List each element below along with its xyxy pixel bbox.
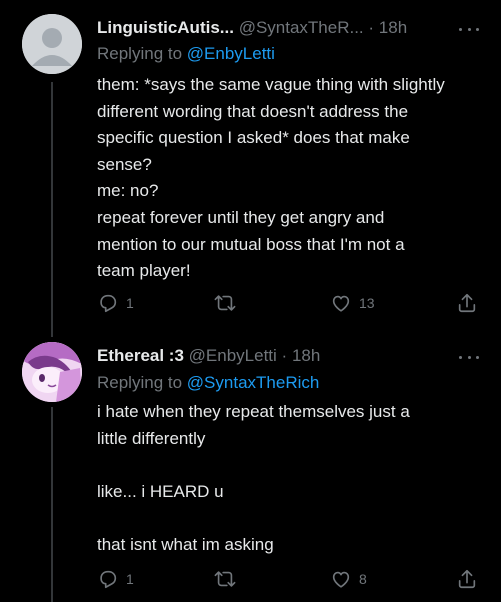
replying-to-label: Replying to xyxy=(97,44,183,63)
avatar[interactable] xyxy=(22,14,82,74)
tweet-text-line: i hate when they repeat themselves just … xyxy=(97,402,410,421)
reply-button[interactable]: 1 xyxy=(97,290,134,316)
tweet-text-line: specific question I asked* does that mak… xyxy=(97,128,410,148)
timestamp[interactable]: 18h xyxy=(379,18,407,37)
tweet-text-line: team player! xyxy=(97,261,191,281)
retweet-icon xyxy=(214,295,236,311)
reply-button[interactable]: 1 xyxy=(97,566,134,592)
more-options-icon[interactable] xyxy=(459,354,479,360)
display-name[interactable]: LinguisticAutis... xyxy=(97,18,234,37)
reply-icon xyxy=(100,294,117,313)
tweet-text: i hate when they repeat themselves just … xyxy=(97,399,482,559)
anime-avatar-icon xyxy=(22,342,82,402)
tweet-text-line: repeat forever until they get angry and xyxy=(97,207,385,227)
tweet-actions: 1 8 xyxy=(97,566,479,592)
tweet-header: Ethereal :3 @EnbyLetti · 18h xyxy=(97,345,461,367)
tweet-text-line: sense? xyxy=(97,154,152,174)
share-icon xyxy=(458,293,476,313)
tweet-actions: 1 13 xyxy=(97,290,479,316)
replying-to-label: Replying to xyxy=(97,373,183,392)
tweet-text-line: different wording that doesn't address t… xyxy=(97,101,409,121)
thread-line xyxy=(51,407,53,602)
retweet-button[interactable] xyxy=(214,290,243,316)
heart-icon xyxy=(332,295,350,312)
more-options-icon[interactable] xyxy=(459,26,479,32)
handle[interactable]: @EnbyLetti xyxy=(189,346,277,365)
tweet-text-line: that isnt what im asking xyxy=(97,534,274,554)
tweet-text-line xyxy=(97,505,482,532)
share-button[interactable] xyxy=(456,290,478,316)
display-name[interactable]: Ethereal :3 xyxy=(97,346,184,365)
default-avatar-icon xyxy=(22,14,82,74)
replying-to: Replying to @EnbyLetti xyxy=(97,43,275,65)
retweet-icon xyxy=(214,571,236,587)
tweet[interactable]: LinguisticAutis... @SyntaxTheR... · 18h … xyxy=(0,0,501,337)
tweet-header: LinguisticAutis... @SyntaxTheR... · 18h xyxy=(97,17,461,39)
avatar[interactable] xyxy=(22,342,82,402)
tweet-text: them: *says the same vague thing with sl… xyxy=(97,72,482,285)
replying-to: Replying to @SyntaxTheRich xyxy=(97,372,319,394)
like-count: 8 xyxy=(359,571,367,587)
separator-dot: · xyxy=(368,18,375,37)
share-button[interactable] xyxy=(456,566,478,592)
tweet[interactable]: Ethereal :3 @EnbyLetti · 18h Replying to… xyxy=(0,337,501,602)
tweet-text-line: me: no? xyxy=(97,181,159,201)
tweet-text-line: mention to our mutual boss that I'm not … xyxy=(97,234,405,254)
thread-line xyxy=(51,82,53,337)
reply-count: 1 xyxy=(126,571,134,587)
tweet-text-line: them: *says the same vague thing with sl… xyxy=(97,75,445,94)
like-button[interactable]: 8 xyxy=(330,566,367,592)
heart-icon xyxy=(332,571,350,588)
replying-to-mention[interactable]: @EnbyLetti xyxy=(187,44,275,63)
reply-icon xyxy=(100,570,117,589)
share-icon xyxy=(458,569,476,589)
reply-count: 1 xyxy=(126,295,134,311)
like-count: 13 xyxy=(359,295,375,311)
timestamp[interactable]: 18h xyxy=(292,346,320,365)
retweet-button[interactable] xyxy=(214,566,243,592)
tweet-text-line xyxy=(97,452,482,479)
replying-to-mention[interactable]: @SyntaxTheRich xyxy=(187,373,320,392)
tweet-text-line: like... i HEARD u xyxy=(97,481,224,501)
handle[interactable]: @SyntaxTheR... xyxy=(239,18,364,37)
separator-dot: · xyxy=(281,346,288,365)
tweet-text-line: little differently xyxy=(97,428,206,448)
like-button[interactable]: 13 xyxy=(330,290,375,316)
